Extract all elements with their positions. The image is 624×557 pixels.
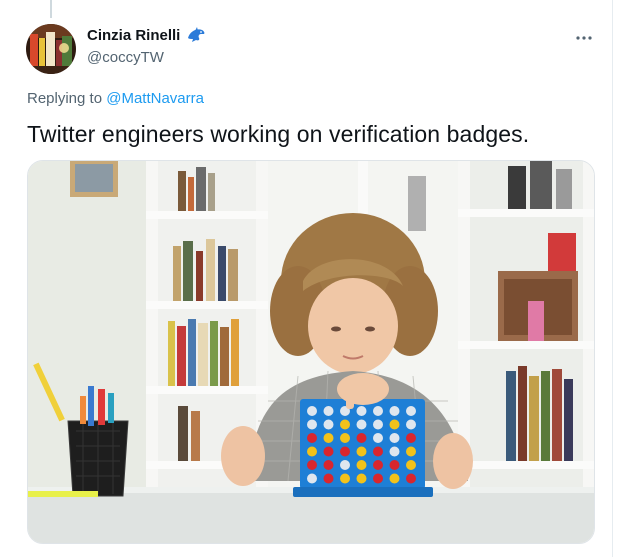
game-hole <box>323 473 334 484</box>
game-hole <box>323 419 334 430</box>
game-hole <box>406 419 416 430</box>
game-hole <box>389 406 400 416</box>
game-hole <box>389 473 400 484</box>
avatar[interactable] <box>26 24 76 74</box>
game-hole <box>323 460 334 470</box>
more-horizontal-icon <box>575 28 593 46</box>
game-hole <box>356 460 367 470</box>
game-hole <box>340 446 350 457</box>
game-hole <box>389 433 400 443</box>
game-hole <box>307 446 317 457</box>
game-hole <box>323 446 334 457</box>
replying-to-line: Replying to @MattNavarra <box>27 90 204 107</box>
game-hole <box>406 473 416 484</box>
game-hole <box>373 446 383 457</box>
user-handle[interactable]: @coccyTW <box>87 49 164 66</box>
game-hole <box>307 473 317 484</box>
game-hole <box>307 433 317 443</box>
game-hole <box>340 419 350 430</box>
dolphin-icon <box>186 26 206 44</box>
game-hole <box>406 433 416 443</box>
game-hole <box>340 433 350 443</box>
game-hole <box>356 473 367 484</box>
game-hole <box>389 419 400 430</box>
game-hole <box>373 473 383 484</box>
game-hole <box>389 446 400 457</box>
game-hole <box>340 460 350 470</box>
game-hole <box>373 460 383 470</box>
game-hole <box>406 446 416 457</box>
tweet-text: Twitter engineers working on verificatio… <box>27 121 530 147</box>
display-name[interactable]: Cinzia Rinelli <box>87 27 180 44</box>
mention-link[interactable]: @MattNavarra <box>106 90 204 107</box>
game-hole <box>406 460 416 470</box>
game-hole <box>373 433 383 443</box>
tweet-card[interactable]: Cinzia Rinelli @coccyTW Replying to @Mat… <box>0 0 613 557</box>
game-hole <box>340 473 350 484</box>
more-options-button[interactable] <box>572 25 596 49</box>
game-hole <box>323 406 334 416</box>
game-hole <box>307 419 317 430</box>
game-hole <box>356 446 367 457</box>
game-hole <box>389 460 400 470</box>
game-hole <box>307 406 317 416</box>
game-hole <box>406 406 416 416</box>
thread-connector-line <box>50 0 52 18</box>
game-hole <box>356 419 367 430</box>
replying-prefix: Replying to <box>27 90 103 107</box>
game-hole <box>373 406 383 416</box>
tweet-photo[interactable] <box>27 160 595 544</box>
game-hole <box>323 433 334 443</box>
game-hole <box>356 433 367 443</box>
game-hole <box>356 406 367 416</box>
game-hole <box>373 419 383 430</box>
game-hole <box>307 460 317 470</box>
